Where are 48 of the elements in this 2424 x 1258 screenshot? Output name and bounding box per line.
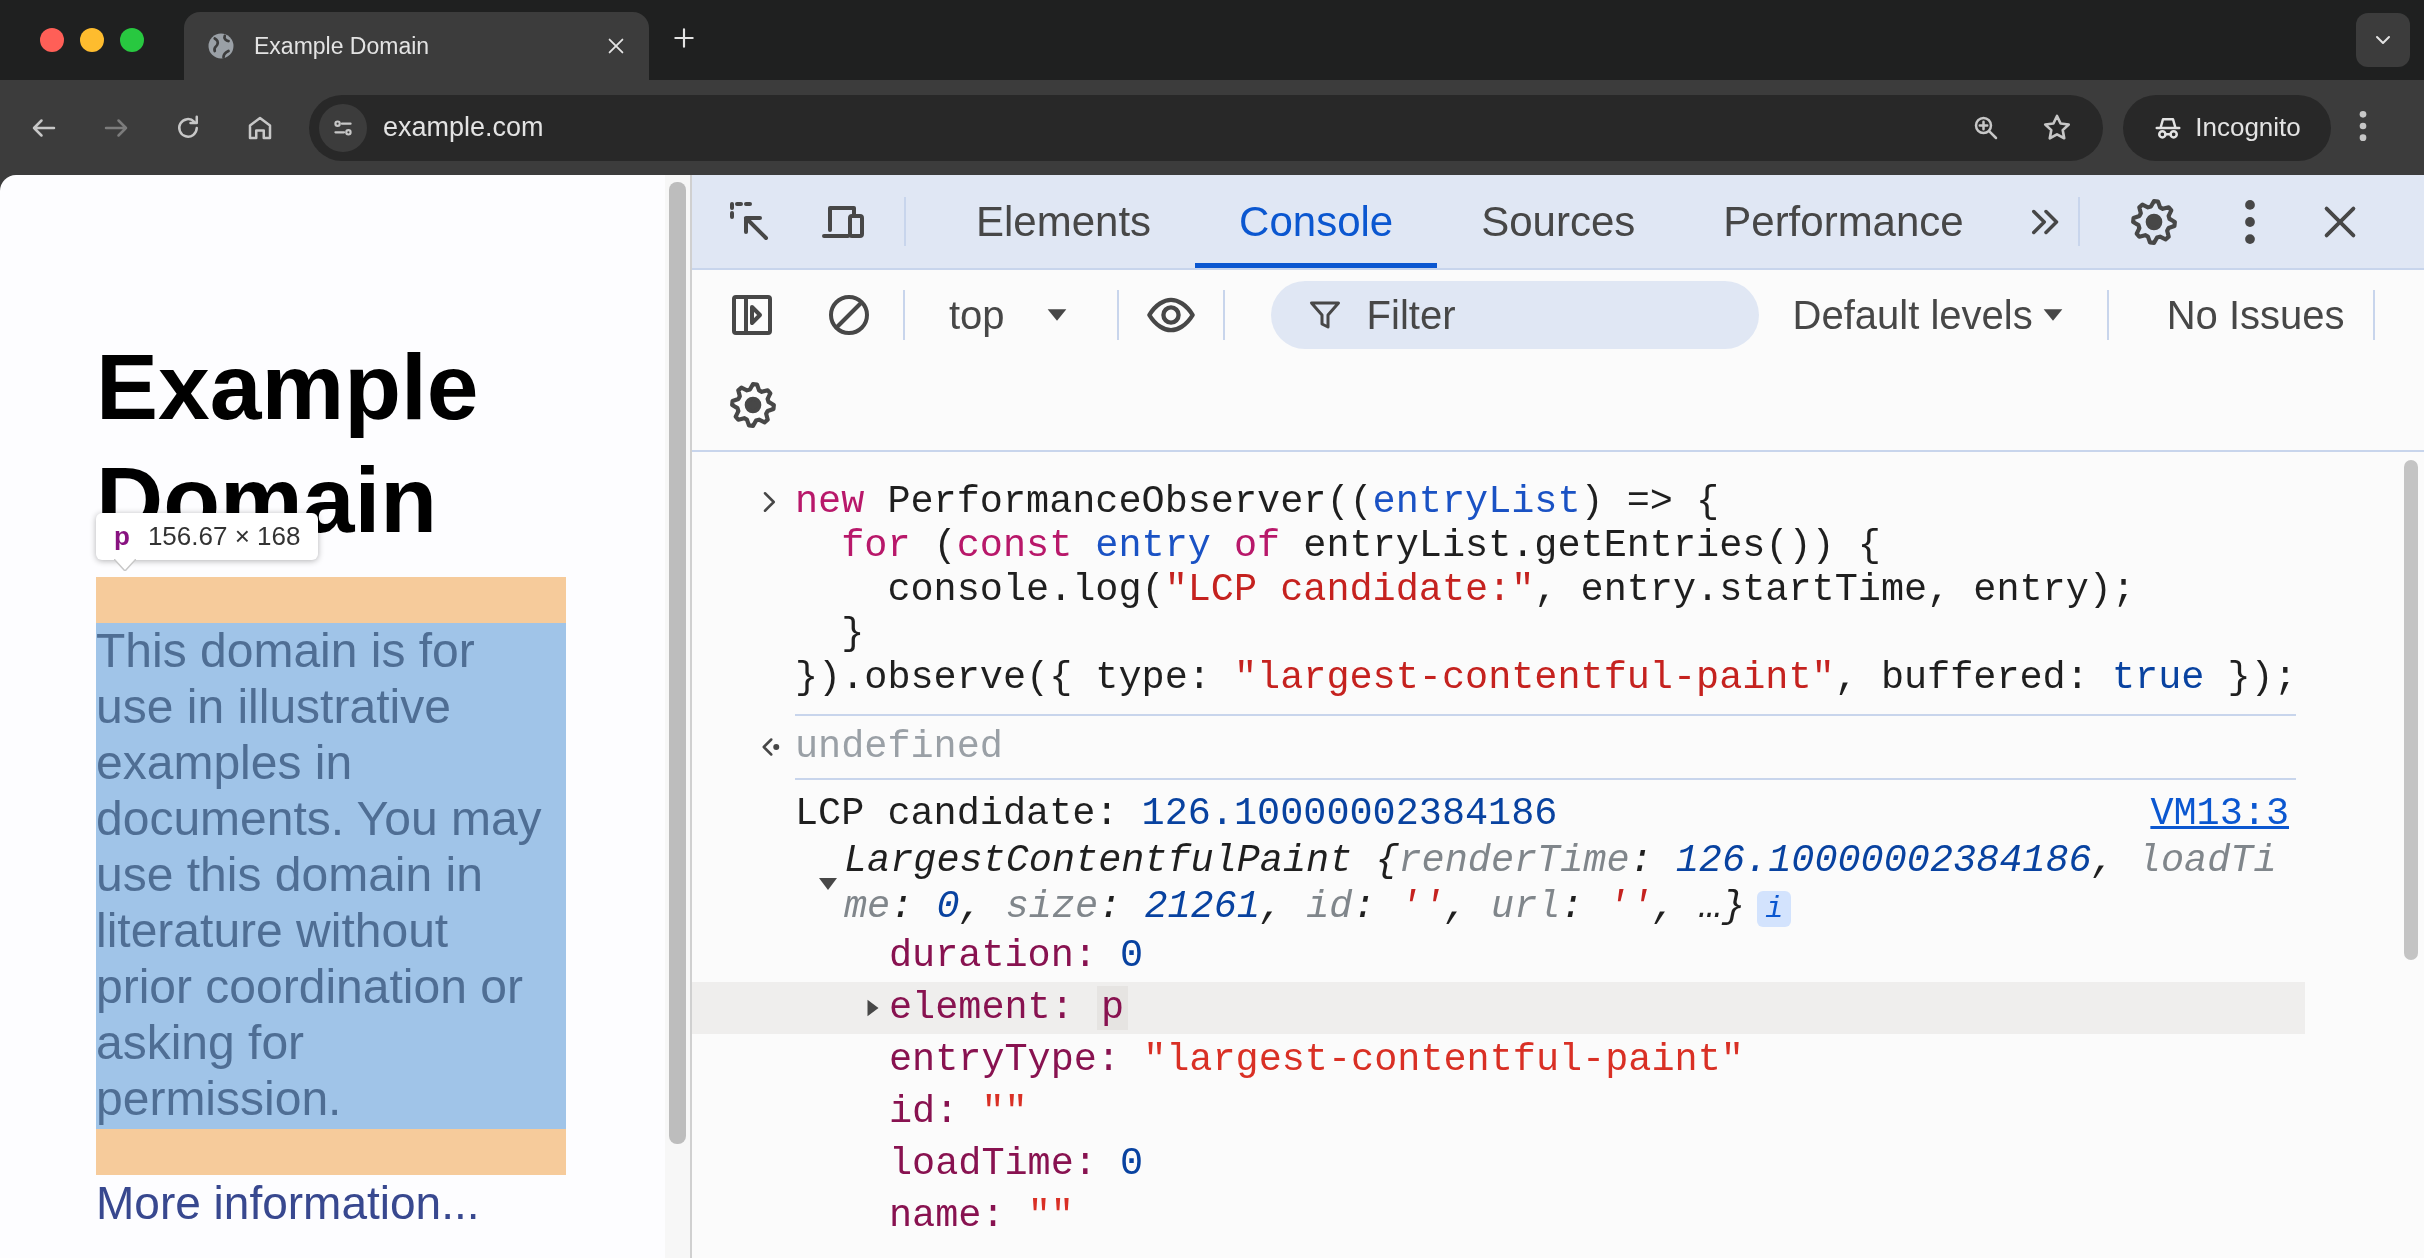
issues-button[interactable]: No Issues (2154, 292, 2357, 338)
tab-title: Example Domain (254, 32, 431, 60)
settings-icon (728, 380, 778, 430)
devtools-tab[interactable]: Elements (932, 180, 1196, 268)
menu-icon[interactable] (2359, 110, 2367, 141)
property-text: entryType: "largest-contentful-paint" (889, 1038, 1744, 1082)
devtools-tab[interactable]: Performance (1679, 180, 2008, 268)
code-line: }).observe({ type: "largest-contentful-paint", buffered: true }); (795, 656, 2297, 700)
context-selector[interactable]: top (937, 292, 1083, 338)
property-row[interactable]: name: "" (692, 1190, 2305, 1242)
property-row[interactable]: loadTime: 0 (692, 1138, 2305, 1190)
property-text: name: "" (889, 1194, 1074, 1238)
code-line: } (841, 612, 865, 656)
log-levels-dropdown[interactable]: Default levels (1792, 292, 2067, 338)
browser-tab[interactable]: Example Domain (184, 12, 649, 80)
new-tab-icon (671, 25, 697, 51)
property-row[interactable]: element: p (692, 982, 2305, 1034)
code-line: console.log("LCP candidate:", entry.startTime, entry); (887, 568, 2136, 612)
code-line: for (const entry of entryList.getEntries()) { (841, 524, 1881, 568)
settings-icon (2128, 196, 2179, 247)
result-text: undefined (795, 724, 1003, 771)
console-settings-button[interactable] (728, 380, 778, 430)
property-row[interactable]: duration: 0 (692, 930, 2305, 982)
log-message: LCP candidate: 126.10000002384186 (795, 791, 1559, 838)
property-row[interactable]: entryType: "largest-contentful-paint" (692, 1034, 2305, 1086)
source-link[interactable]: VM13:3 (2150, 792, 2289, 836)
minimize-window-button[interactable] (80, 28, 104, 52)
filter-field[interactable]: Filter (1270, 281, 1759, 349)
devtools-tab[interactable]: Sources (1437, 180, 1680, 268)
more-information-link[interactable]: More information... (96, 1175, 480, 1231)
object-preview[interactable]: LargestContentfulPaint {renderTime: 126.10000002384186, loadTime: 0, size: 21261, id: '', url: '', …} i (844, 838, 2283, 930)
property-text: loadTime: 0 (889, 1142, 1144, 1186)
property-text: duration: 0 (889, 934, 1144, 978)
more-icon (2244, 199, 2255, 244)
address-bar[interactable]: example.com (309, 94, 2103, 161)
property-text: id: "" (889, 1090, 1028, 1134)
property-text: element: p (889, 986, 1129, 1030)
incognito-button[interactable]: Incognito (2123, 94, 2331, 161)
code-line: new PerformanceObserver((entryList) => { (795, 480, 1720, 524)
devtools-tab[interactable]: Console (1195, 180, 1438, 268)
globe-icon (206, 31, 236, 61)
close-window-button[interactable] (40, 28, 64, 52)
scrollbar-thumb[interactable] (669, 182, 686, 1144)
zoom-window-button[interactable] (120, 28, 144, 52)
property-row[interactable]: id: "" (692, 1086, 2305, 1138)
scrollbar-thumb[interactable] (2404, 460, 2418, 960)
paragraph: This domain is for use in illustrative examples in documents. You may use this domain in literature without prior coordination or asking for permission. (96, 623, 566, 1129)
url-text: example.com (383, 112, 544, 143)
